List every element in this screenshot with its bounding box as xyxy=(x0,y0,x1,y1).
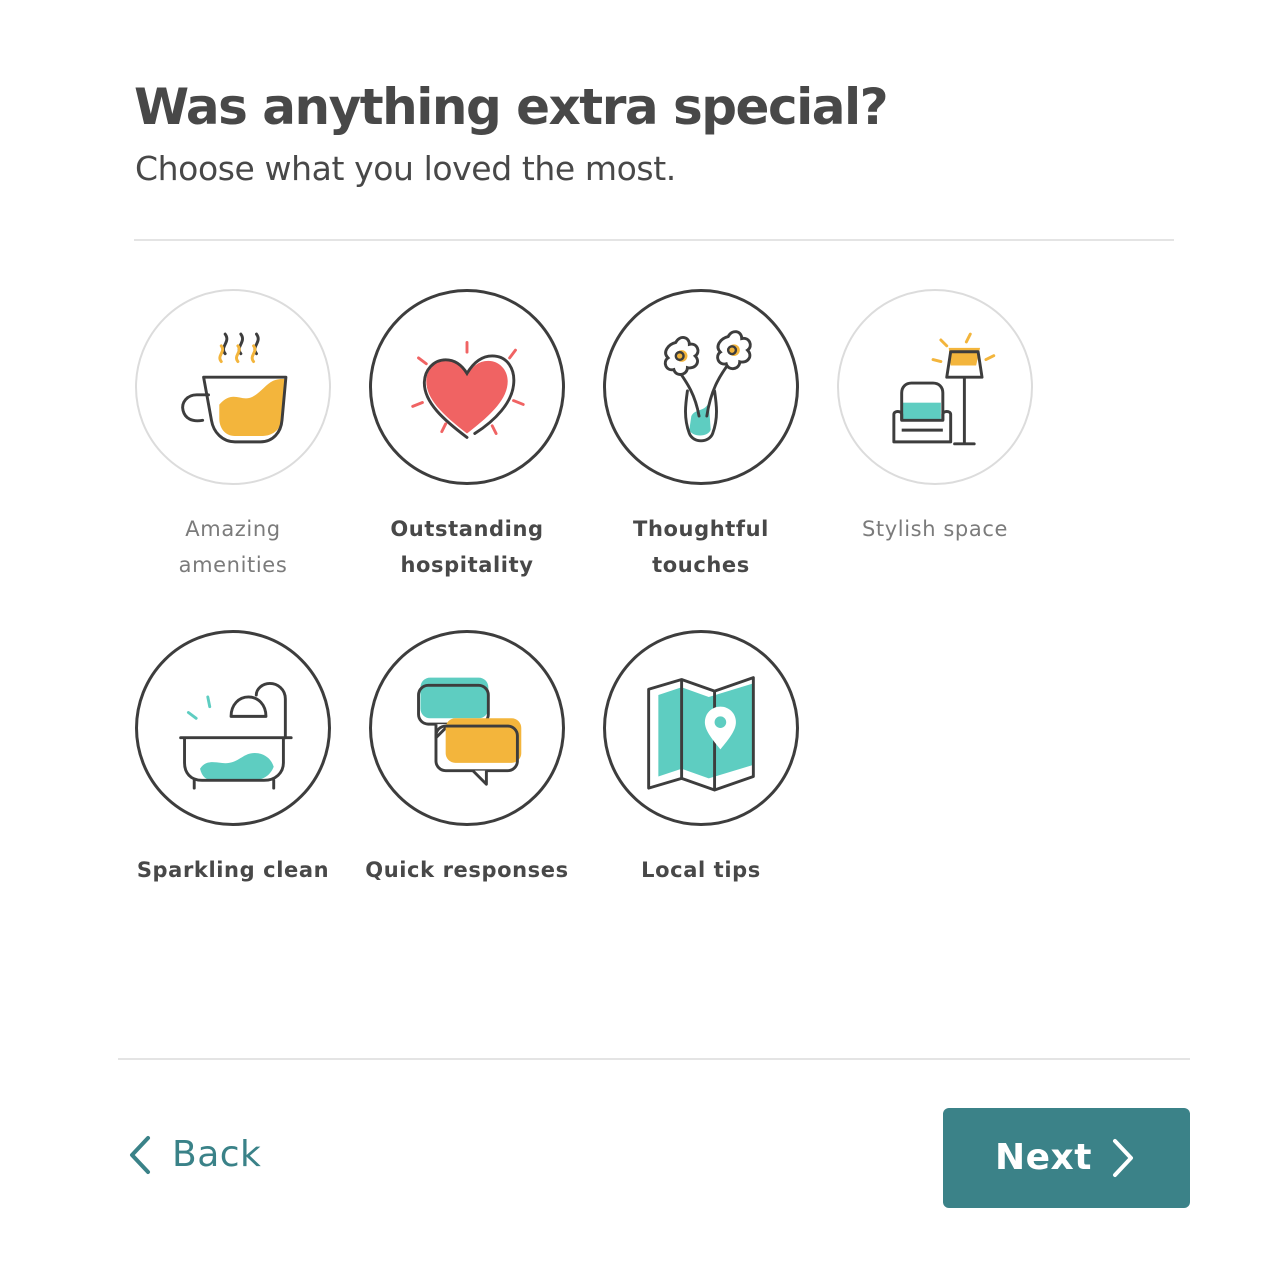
option-thoughtful-touches[interactable]: Thoughtful touches xyxy=(586,289,816,589)
flower-vase-icon xyxy=(663,330,752,443)
coffee-cup-icon xyxy=(181,332,288,444)
next-button[interactable]: Next xyxy=(943,1108,1190,1208)
option-label: Local tips xyxy=(641,858,761,882)
top-divider xyxy=(134,239,1174,241)
back-button[interactable]: Back xyxy=(118,1128,278,1184)
bottom-divider xyxy=(118,1058,1190,1060)
option-label: Amazing amenities xyxy=(178,517,288,577)
heart-icon xyxy=(411,340,525,439)
option-local-tips[interactable]: Local tips xyxy=(586,630,816,894)
option-circle xyxy=(135,630,331,826)
back-button-label: Back xyxy=(172,1134,262,1175)
option-label: Sparkling clean xyxy=(136,858,330,882)
bathtub-icon xyxy=(179,681,293,790)
page-subtitle: Choose what you loved the most. xyxy=(135,149,676,188)
option-sparkling-clean[interactable]: Sparkling clean xyxy=(118,630,348,894)
option-label: Thoughtful touches xyxy=(633,517,769,577)
option-label: Quick responses xyxy=(365,858,569,882)
chevron-right-icon xyxy=(1113,1139,1133,1177)
option-circle xyxy=(603,630,799,826)
option-circle xyxy=(135,289,331,485)
option-circle xyxy=(603,289,799,485)
option-label: Outstanding hospitality xyxy=(390,517,544,577)
chevron-left-icon xyxy=(130,1136,150,1174)
option-stylish-space[interactable]: Stylish space xyxy=(820,289,1050,553)
next-button-label: Next xyxy=(995,1137,1092,1178)
option-circle xyxy=(369,630,565,826)
option-circle xyxy=(369,289,565,485)
option-outstanding-hospitality[interactable]: Outstanding hospitality xyxy=(352,289,582,589)
page-title: Was anything extra special? xyxy=(134,78,889,136)
chat-bubbles-icon xyxy=(417,677,522,786)
option-amazing-amenities[interactable]: Amazing amenities xyxy=(118,289,348,589)
armchair-lamp-icon xyxy=(892,332,996,446)
map-pin-icon xyxy=(647,676,755,792)
option-quick-responses[interactable]: Quick responses xyxy=(352,630,582,894)
option-label: Stylish space xyxy=(862,517,1008,541)
option-circle xyxy=(837,289,1033,485)
